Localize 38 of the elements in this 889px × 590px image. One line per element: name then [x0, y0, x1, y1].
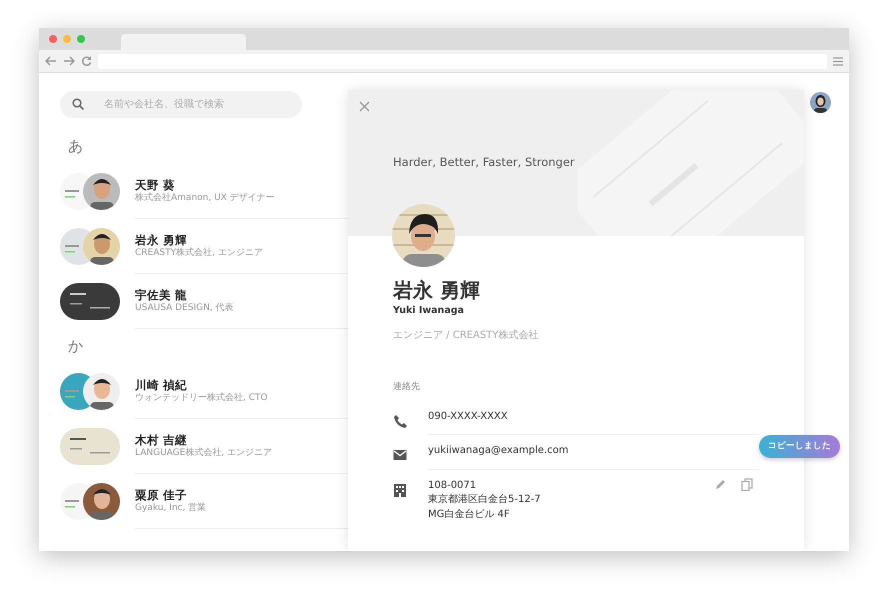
back-icon[interactable]	[45, 56, 57, 66]
minimize-icon[interactable]	[63, 35, 71, 43]
section-letter: か	[68, 339, 84, 354]
edit-icon[interactable]	[715, 478, 727, 490]
contact-company: 株式会社Amanon, UX デザイナー	[135, 192, 276, 204]
building-icon	[393, 482, 407, 498]
forward-icon[interactable]	[63, 56, 75, 66]
person-name: 岩永 勇輝	[393, 278, 481, 302]
contact-company: Gyaku, Inc, 営業	[135, 502, 208, 514]
phone-icon	[393, 414, 407, 429]
person-role: エンジニア / CREASTY株式会社	[393, 328, 540, 344]
maximize-icon[interactable]	[77, 35, 85, 43]
close-icon	[359, 101, 370, 112]
contact-name[interactable]: 粟原 佳子	[135, 488, 348, 503]
contact-value[interactable]: yukiiwanaga@example.com	[428, 444, 759, 459]
contact-company: LANGUAGE株式会社, エンジニア	[135, 448, 274, 460]
menu-icon[interactable]	[833, 56, 843, 66]
contact-company: CREASTY株式会社, エンジニア	[135, 248, 264, 260]
contact-name[interactable]: 宇佐美 龍	[135, 288, 348, 303]
section-letter: あ	[68, 139, 84, 154]
contact-company: USAUSA DESIGN, 代表	[135, 302, 235, 314]
contact-value[interactable]: 108-0071 東京都港区白金台5-12-7 MG白金台ビル 4F	[428, 478, 759, 522]
close-button[interactable]	[359, 101, 370, 112]
tagline: Harder, Better, Faster, Stronger	[393, 154, 575, 171]
copy-icon[interactable]	[741, 478, 753, 491]
reload-icon[interactable]	[81, 56, 92, 66]
contact-name[interactable]: 川崎 禎紀	[135, 378, 348, 393]
person-name-romaji: Yuki Iwanaga	[393, 304, 465, 318]
search-field[interactable]: 名前や会社名、役職で検索	[60, 91, 302, 118]
contact-company: ウォンテッドリー株式会社, CTO	[135, 392, 269, 404]
close-icon[interactable]	[49, 35, 57, 43]
contact-value[interactable]: 090-XXXX-XXXX	[428, 410, 759, 424]
contact-name[interactable]: 木村 吉継	[135, 432, 348, 448]
user-avatar[interactable]	[810, 92, 831, 114]
contact-name[interactable]: 岩永 勇輝	[135, 232, 348, 248]
contact-name[interactable]: 天野 葵	[135, 178, 348, 193]
section-heading: 連絡先	[393, 381, 421, 394]
copied-toast: コピーしました	[759, 434, 840, 458]
